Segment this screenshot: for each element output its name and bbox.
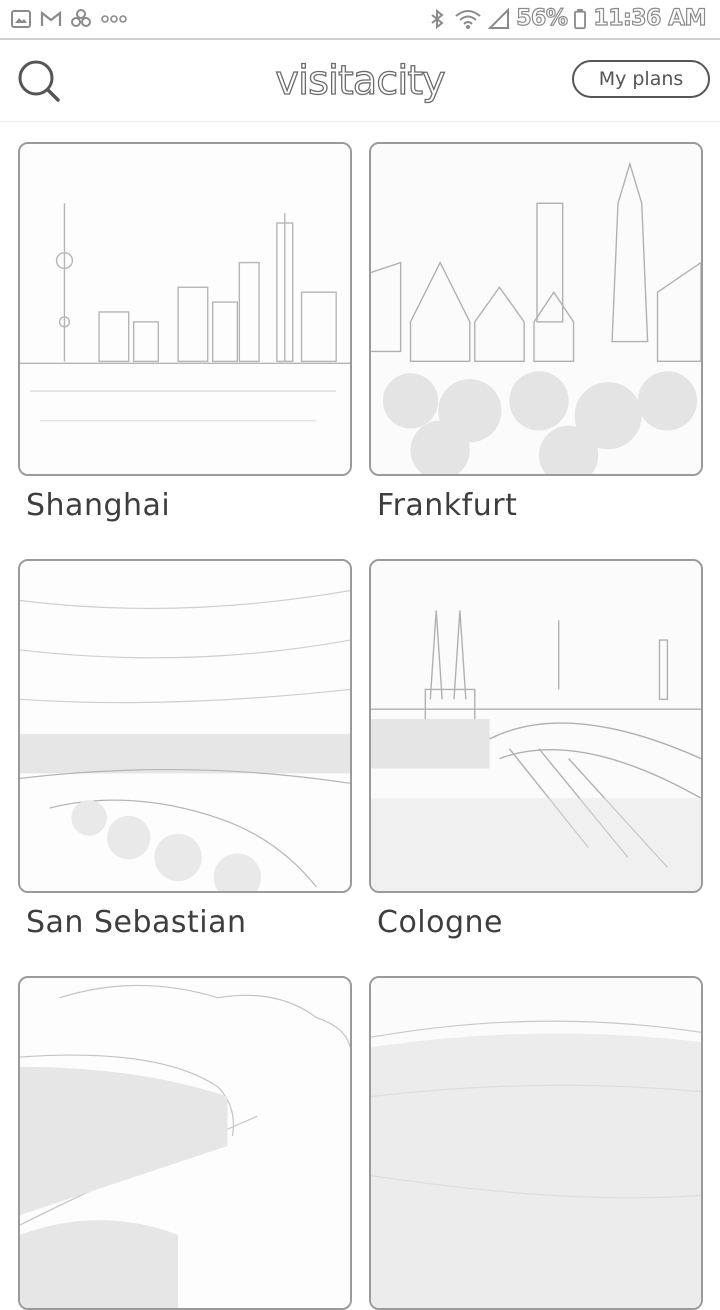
city-card-6[interactable]	[369, 976, 703, 1310]
city-image-shanghai	[18, 142, 352, 476]
city-card-san-sebastian[interactable]: San Sebastian	[18, 559, 352, 940]
city-name: Frankfurt	[377, 488, 518, 523]
wifi-icon	[455, 9, 481, 29]
city-image-cologne	[369, 559, 703, 893]
city-card-frankfurt[interactable]: Frankfurt	[369, 142, 703, 523]
city-image-san-sebastian	[18, 559, 352, 893]
bluetooth-icon	[431, 8, 444, 29]
city-name: Shanghai	[26, 488, 171, 523]
gmail-icon	[40, 10, 62, 26]
status-left	[10, 8, 128, 30]
status-bar: 56% 11:36 AM	[0, 0, 720, 40]
city-card-cologne[interactable]: Cologne	[369, 559, 703, 940]
app-header: visitacity My plans	[0, 40, 720, 122]
city-card-shanghai[interactable]: Shanghai	[18, 142, 352, 523]
more-dots-icon	[101, 15, 127, 23]
city-image-5	[18, 976, 352, 1310]
city-name: San Sebastian	[26, 905, 247, 940]
my-plans-button[interactable]: My plans	[572, 60, 710, 98]
clock: 11:36 AM	[593, 5, 707, 31]
city-card-5[interactable]	[18, 976, 352, 1310]
pinwheel-icon	[71, 9, 91, 27]
gallery-icon	[11, 10, 31, 28]
status-right: 56% 11:36 AM	[426, 5, 707, 32]
city-name: Cologne	[377, 905, 504, 940]
city-image-6	[369, 976, 703, 1310]
battery-icon	[574, 8, 587, 29]
city-image-frankfurt	[369, 142, 703, 476]
battery-percent: 56%	[516, 5, 569, 31]
signal-icon	[488, 7, 510, 29]
